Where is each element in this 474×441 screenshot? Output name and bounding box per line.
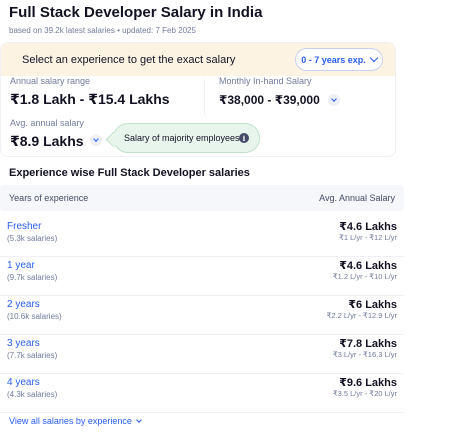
experience-link[interactable]: Fresher: [7, 221, 41, 232]
monthly-salary-value: ₹38,000 - ₹39,000: [219, 93, 320, 107]
monthly-salary-label: Monthly In-hand Salary: [219, 76, 312, 86]
column-header-salary: Avg. Annual Salary: [319, 193, 395, 203]
info-icon[interactable]: i: [239, 133, 249, 143]
experience-banner: Select an experience to get the exact sa…: [1, 43, 395, 76]
annual-range-value: ₹1.8 Lakh - ₹15.4 Lakhs: [10, 91, 170, 107]
avg-salary: ₹7.8 Lakhs: [339, 338, 397, 350]
divider: [204, 79, 205, 115]
salary-range: ₹1 L/yr - ₹12 L/yr: [339, 233, 397, 242]
table-row: 4 years (4.3k salaries) ₹9.6 Lakhs ₹3.5 …: [0, 374, 404, 413]
annual-range-label: Annual salary range: [10, 76, 91, 86]
table-row: 2 years (10.6k salaries) ₹6 Lakhs ₹2.2 L…: [0, 296, 404, 335]
chevron-down-icon: [136, 417, 142, 423]
chevron-down-icon: [331, 96, 337, 102]
salary-range: ₹3 L/yr - ₹16.3 L/yr: [332, 350, 397, 359]
avg-salary: ₹9.6 Lakhs: [339, 377, 397, 389]
salary-count: (9.7k salaries): [7, 273, 58, 282]
view-all-salaries-link[interactable]: View all salaries by experience: [9, 416, 142, 426]
experience-link[interactable]: 3 years: [7, 338, 40, 349]
experience-dropdown[interactable]: 0 - 7 years exp.: [295, 48, 383, 71]
monthly-salary-expand-button[interactable]: [328, 94, 340, 106]
chevron-down-icon: [369, 53, 379, 63]
experience-link[interactable]: 4 years: [7, 377, 40, 388]
table-row: 1 year (9.7k salaries) ₹4.6 Lakhs ₹1.2 L…: [0, 257, 404, 296]
salary-range: ₹2.2 L/yr - ₹12.9 L/yr: [326, 311, 397, 320]
avg-salary: ₹6 Lakhs: [348, 299, 397, 311]
table-row: Fresher (5.3k salaries) ₹4.6 Lakhs ₹1 L/…: [0, 218, 404, 257]
majority-salary-tooltip: Salary of majority employees i: [113, 123, 260, 153]
experience-link[interactable]: 1 year: [7, 260, 35, 271]
table-row: 3 years (7.7k salaries) ₹7.8 Lakhs ₹3 L/…: [0, 335, 404, 374]
avg-salary-label: Avg. annual salary: [10, 118, 84, 128]
salary-range: ₹3.5 L/yr - ₹20 L/yr: [332, 389, 397, 398]
page-subtitle: based on 39.2k latest salaries • updated…: [9, 26, 196, 35]
column-header-experience: Years of experience: [9, 193, 89, 203]
avg-salary: ₹4.6 Lakhs: [339, 260, 397, 272]
tooltip-text: Salary of majority employees: [124, 133, 240, 143]
salary-count: (5.3k salaries): [7, 234, 58, 243]
experience-link[interactable]: 2 years: [7, 299, 40, 310]
salary-range: ₹1.2 L/yr - ₹10 L/yr: [332, 272, 397, 281]
salary-count: (4.3k salaries): [7, 390, 58, 399]
experience-banner-text: Select an experience to get the exact sa…: [22, 54, 236, 66]
page-title: Full Stack Developer Salary in India: [9, 4, 263, 21]
experience-dropdown-value: 0 - 7 years exp.: [301, 54, 366, 65]
chevron-down-icon: [93, 136, 99, 142]
salary-count: (7.7k salaries): [7, 351, 58, 360]
salary-count: (10.6k salaries): [7, 312, 62, 321]
avg-salary-value: ₹8.9 Lakhs: [10, 133, 84, 149]
table-header: Years of experience Avg. Annual Salary: [0, 185, 404, 211]
avg-salary: ₹4.6 Lakhs: [339, 221, 397, 233]
view-all-label: View all salaries by experience: [9, 416, 132, 426]
avg-salary-expand-button[interactable]: [90, 134, 102, 146]
section-title: Experience wise Full Stack Developer sal…: [9, 167, 250, 179]
